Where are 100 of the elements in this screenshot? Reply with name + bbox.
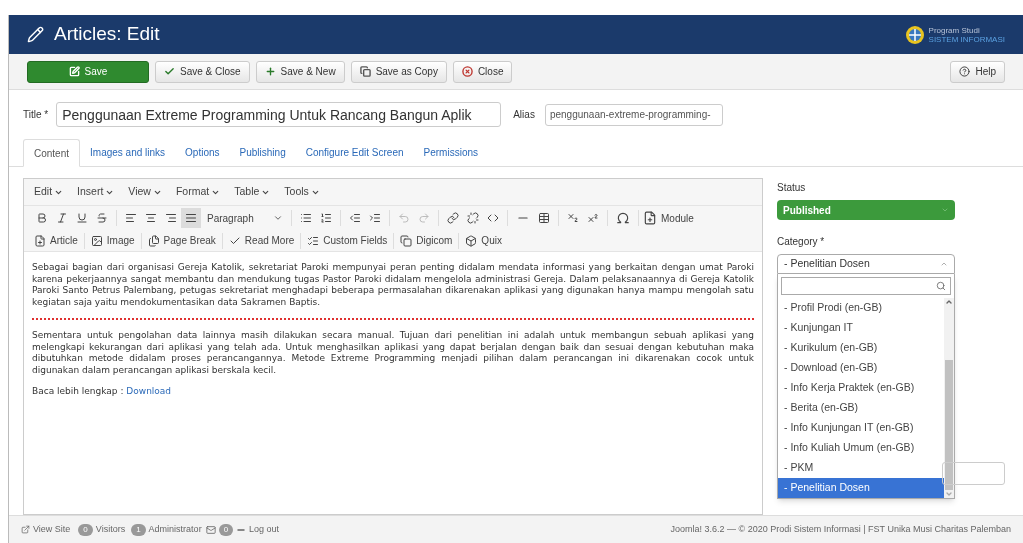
editor-button[interactable]: Custom Fields: [305, 233, 390, 248]
category-option[interactable]: - Penelitian Dosen: [778, 478, 944, 498]
toolbar-button[interactable]: Save as Copy: [350, 60, 447, 83]
editor-menu[interactable]: Edit: [34, 184, 64, 200]
align-justify-icon: [185, 212, 197, 224]
count-badge: 0: [218, 523, 234, 536]
category-option[interactable]: - Profil Prodi (en-GB): [778, 298, 944, 318]
status-label: Status: [777, 181, 807, 195]
scroll-up-icon[interactable]: [945, 298, 953, 306]
logout-link[interactable]: Log out: [249, 522, 280, 537]
search-icon: [936, 281, 946, 291]
category-option[interactable]: - Kunjungan IT: [778, 318, 944, 338]
list-icon[interactable]: [300, 212, 312, 224]
paragraph: Sebagai bagian dari organisasi Gereja Katolik, sekretariat Paroki mempunyai peran penting didalam mendata informasi yang berkaitan dengan umat Paroki karena pekerjaannya sangat membantu dan mendukung tugas Pastor Paroki didalam mengelola administrasi Gereja. Dalam pelaksanaannya di Gereja Katolik Paroki Santo Petrus Palembang, petugas sekretariat menghadapi beberapa permasalahan dikarenakan aplikasi yang digunakan hanya mampu mengolah satu kegiatan saja yaitu mendokumentasikan data Sakramen Baptis.: [32, 262, 754, 308]
category-option[interactable]: - Info Kunjungan IT (en-GB): [778, 418, 944, 438]
check-icon: [164, 66, 175, 77]
toolbar-button[interactable]: Save: [27, 60, 149, 83]
superscript-icon[interactable]: [587, 212, 599, 224]
external-link-icon: [21, 525, 30, 534]
category-option[interactable]: - Info Kerja Praktek (en-GB): [778, 378, 944, 398]
copy-icon: [359, 66, 371, 77]
logo-subtext: SISTEM INFORMASI: [928, 34, 1005, 44]
tab[interactable]: Publishing: [229, 138, 296, 166]
editor-menu[interactable]: View: [128, 184, 162, 200]
editor-menu[interactable]: Format: [175, 184, 221, 200]
tab[interactable]: Images and links: [80, 138, 176, 166]
page-title: Articles: Edit: [54, 22, 160, 47]
toolbar-button[interactable]: Close: [452, 60, 513, 83]
align-button[interactable]: [181, 208, 201, 228]
toolbar-button[interactable]: Save & Close: [155, 60, 250, 83]
view-site-link[interactable]: View Site: [33, 522, 71, 537]
link-icon[interactable]: [447, 212, 459, 224]
search-field[interactable]: [781, 277, 951, 295]
article-icon: [34, 234, 46, 247]
caret-icon: [940, 260, 948, 268]
tab[interactable]: Permissions: [413, 138, 488, 166]
tab[interactable]: Configure Edit Screen: [295, 138, 414, 166]
category-select[interactable]: - Penelitian Dosen: [777, 254, 955, 274]
unlink-icon[interactable]: [467, 212, 479, 224]
indent-icon[interactable]: [369, 212, 381, 224]
logo-icon: [904, 24, 925, 45]
title-label: Title *: [23, 108, 49, 122]
save-icon: [68, 66, 80, 77]
align-right-icon: [165, 212, 177, 224]
editor-button[interactable]: Digicom: [398, 233, 455, 248]
caret-icon: [941, 206, 949, 214]
paragraph: Sementara untuk pengolahan data lainnya masih dilakukan secara manual. Tujuan dari penelitian ini adalah untuk membangun sebuah aplikasi yang melengkapi kekurangan dari aplikasi yang telah ada. Untuk menghasilkan aplikasi yang dapat berjalan dengan baik dan sesuai dengan kebutuhan maka dibutuhkan metode didalam proses perancangannya. Metode Extreme Programming menjadi pilihan dalam perancangan ini dikarenakan cocok untuk digunakan dalam perancangan aplikasi berskala kecil.: [32, 330, 754, 376]
alias-field[interactable]: penggunaan-extreme-programming-: [544, 103, 723, 126]
editor-menu[interactable]: Tools: [284, 184, 320, 200]
file-plus-icon: [643, 211, 657, 225]
title-field[interactable]: Penggunaan Extreme Programming Untuk Rancang Bangun Aplik: [56, 102, 502, 127]
scrollbar[interactable]: [944, 298, 954, 498]
category-option[interactable]: - Kurikulum (en-GB): [778, 338, 944, 358]
visitors-text: Visitors: [95, 522, 126, 536]
status-select[interactable]: Published: [777, 200, 955, 220]
category-option[interactable]: - PKM: [778, 458, 944, 478]
alias-label: Alias: [513, 108, 535, 122]
list-icon[interactable]: [320, 212, 332, 224]
input-field[interactable]: [942, 462, 1005, 485]
editor-button[interactable]: Read More: [226, 233, 297, 248]
download-link[interactable]: Download: [126, 386, 172, 396]
pencil-icon: [27, 26, 44, 43]
code-icon[interactable]: [487, 212, 499, 224]
toolbar-button[interactable]: Save & New: [255, 60, 345, 83]
subscript-icon[interactable]: [567, 212, 579, 224]
plus-icon: [264, 66, 276, 77]
close-icon: [461, 66, 473, 77]
copyright-text: Joomla! 3.6.2 — © 2020 Prodi Sistem Informasi | FST Unika Musi Charitas Palemban: [670, 522, 1011, 536]
administrator-text: Administrator: [148, 522, 202, 536]
omega-icon[interactable]: [616, 211, 630, 225]
category-option[interactable]: - Info Kuliah Umum (en-GB): [778, 438, 944, 458]
editor-button[interactable]: Image: [88, 233, 137, 248]
editor-menu[interactable]: Insert: [77, 184, 115, 200]
table-icon[interactable]: [538, 212, 550, 224]
align-left-icon: [125, 212, 137, 224]
caret-icon: [273, 213, 283, 223]
copy-icon: [400, 234, 413, 247]
category-option[interactable]: - Download (en-GB): [778, 358, 944, 378]
editor-button[interactable]: Page Break: [145, 233, 218, 248]
category-option[interactable]: - Berita (en-GB): [778, 398, 944, 418]
format-icon[interactable]: [36, 212, 48, 224]
tab[interactable]: Content: [23, 139, 81, 167]
category-label: Category *: [777, 235, 826, 249]
editor-button[interactable]: Article: [32, 233, 80, 248]
help-icon: [959, 66, 971, 77]
help-button[interactable]: Help: [950, 60, 1005, 83]
count-badge: 0: [78, 523, 93, 536]
format-icon[interactable]: [56, 212, 68, 224]
tab[interactable]: Options: [175, 138, 230, 166]
module-button[interactable]: Module: [643, 210, 694, 226]
align-center-icon: [145, 212, 157, 224]
format-icon[interactable]: [76, 212, 88, 224]
editor-menu[interactable]: Table: [234, 184, 271, 200]
count-badge: 1: [131, 523, 146, 536]
indent-icon[interactable]: [349, 212, 361, 224]
format-icon[interactable]: [96, 212, 108, 224]
block-format-dropdown[interactable]: Paragraph: [207, 210, 287, 226]
editor-button[interactable]: Quix: [463, 233, 504, 248]
box-icon: [465, 234, 478, 247]
pagebreak-icon: [147, 234, 160, 247]
